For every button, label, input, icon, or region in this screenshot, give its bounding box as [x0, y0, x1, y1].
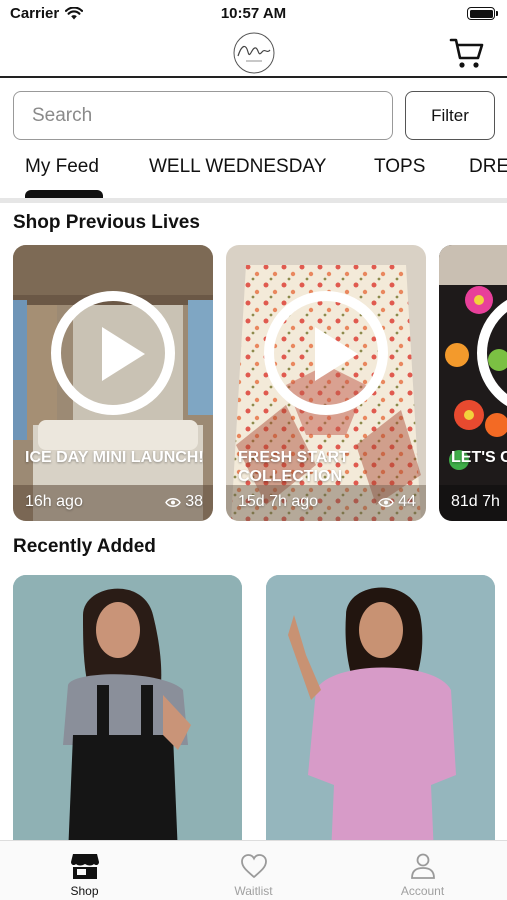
play-icon[interactable]: [51, 291, 175, 415]
view-count-value: 44: [398, 493, 416, 510]
previous-lives-carousel: ICE DAY MINI LAUNCH! 16h ago 38 FRESH ST…: [13, 245, 507, 521]
recently-added-grid: [13, 575, 507, 840]
live-title: LET'S C SWEAT: [451, 449, 507, 466]
nav-shop[interactable]: Shop: [0, 841, 169, 900]
model-overalls-photo: [13, 575, 242, 840]
live-time: 15d 7h ago: [238, 493, 319, 510]
view-count-value: 38: [185, 493, 203, 510]
battery-icon: [467, 7, 498, 20]
category-tabs: My Feed WELL WEDNESDAY TOPS DRE: [0, 150, 507, 200]
live-title: FRESH START COLLECTION: [238, 449, 349, 485]
tab-my-feed[interactable]: My Feed: [25, 156, 99, 178]
heart-icon: [241, 854, 267, 879]
app-header: [0, 28, 507, 78]
section-title-previous-lives: Shop Previous Lives: [13, 212, 200, 233]
filter-button[interactable]: Filter: [405, 91, 495, 140]
nav-account[interactable]: Account: [338, 841, 507, 900]
product-card[interactable]: [266, 575, 495, 840]
play-icon[interactable]: [264, 291, 388, 415]
search-input[interactable]: [13, 91, 393, 140]
status-bar: Carrier 10:57 AM: [0, 0, 507, 28]
tab-tops[interactable]: TOPS: [374, 156, 425, 178]
store-icon: [71, 854, 99, 879]
live-card[interactable]: FRESH START COLLECTION 15d 7h ago 44: [226, 245, 426, 521]
nav-label-waitlist: Waitlist: [234, 884, 273, 898]
section-title-recently-added: Recently Added: [13, 536, 156, 557]
live-card[interactable]: LET'S C SWEAT 81d 7h: [439, 245, 507, 521]
live-time: 16h ago: [25, 493, 83, 510]
view-count: 44: [378, 493, 416, 511]
live-meta: 15d 7h ago 44: [238, 493, 416, 511]
nav-waitlist[interactable]: Waitlist: [169, 841, 338, 900]
tab-well-wednesday[interactable]: WELL WEDNESDAY: [149, 156, 326, 178]
brand-logo-icon[interactable]: [228, 30, 280, 76]
live-title: ICE DAY MINI LAUNCH!: [25, 449, 204, 466]
person-icon: [411, 853, 435, 879]
cart-icon[interactable]: [449, 36, 485, 70]
eye-icon: [378, 497, 395, 507]
tab-dresses[interactable]: DRE: [469, 156, 507, 178]
nav-label-account: Account: [400, 884, 445, 898]
search-bar: Filter: [13, 91, 495, 141]
status-time: 10:57 AM: [220, 5, 287, 22]
live-meta: 81d 7h: [451, 493, 507, 511]
nav-label-shop: Shop: [70, 884, 99, 898]
model-pink-top-photo: [266, 575, 495, 840]
eye-icon: [165, 497, 182, 507]
product-card[interactable]: [13, 575, 242, 840]
live-meta: 16h ago 38: [25, 493, 203, 511]
view-count: 38: [165, 493, 203, 511]
bottom-tab-bar: Shop Waitlist Account: [0, 840, 507, 900]
tabs-divider: [0, 198, 507, 203]
live-card[interactable]: ICE DAY MINI LAUNCH! 16h ago 38: [13, 245, 213, 521]
live-time: 81d 7h: [451, 493, 500, 510]
